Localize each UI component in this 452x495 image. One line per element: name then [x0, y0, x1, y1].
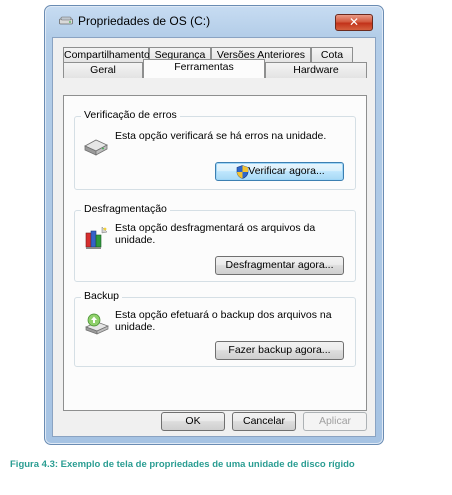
tools-panel: Verificação de erros Esta opção verifica… [63, 95, 367, 411]
backup-now-button[interactable]: Fazer backup agora... [215, 341, 344, 360]
group-error-check: Verificação de erros Esta opção verifica… [74, 109, 356, 190]
group-title-error-check: Verificação de erros [81, 109, 180, 121]
properties-window: Propriedades de OS (C:) ✕ Compartilhamen… [44, 5, 384, 445]
hard-drive-icon [84, 139, 108, 156]
ok-button[interactable]: OK [161, 412, 225, 431]
backup-icon [85, 313, 109, 335]
defrag-description: Esta opção desfragmentará os arquivos da… [115, 222, 316, 246]
close-button[interactable]: ✕ [335, 14, 373, 31]
tab-hardware[interactable]: Hardware [265, 62, 367, 78]
figure-caption: Figura 4.3: Exemplo de tela de proprieda… [10, 459, 355, 470]
window-title: Propriedades de OS (C:) [78, 14, 211, 28]
title-bar[interactable]: Propriedades de OS (C:) ✕ [45, 6, 383, 36]
tab-geral[interactable]: Geral [63, 62, 143, 78]
group-title-backup: Backup [81, 290, 123, 302]
drive-icon [59, 16, 73, 25]
defrag-now-label: Desfragmentar agora... [225, 259, 334, 271]
defrag-now-button[interactable]: Desfragmentar agora... [215, 256, 344, 275]
dialog-client-area: Compartilhamento Segurança Versões Anter… [52, 37, 376, 437]
cancel-button[interactable]: Cancelar [232, 412, 296, 431]
group-defrag: Desfragmentação Esta opção desfragmentar… [74, 203, 356, 282]
backup-description: Esta opção efetuará o backup dos arquivo… [115, 309, 332, 333]
group-title-defrag: Desfragmentação [81, 203, 170, 215]
tab-cota[interactable]: Cota [311, 47, 353, 63]
tab-compartilhamento[interactable]: Compartilhamento [63, 47, 150, 63]
error-check-description: Esta opção verificará se há erros na uni… [115, 130, 327, 142]
tab-ferramentas[interactable]: Ferramentas [143, 59, 265, 78]
check-now-button[interactable]: Verificar agora... [215, 162, 344, 181]
apply-button[interactable]: Aplicar [303, 412, 367, 431]
group-backup: Backup Esta opção efetuará o backup dos … [74, 290, 356, 367]
shield-icon [236, 165, 249, 179]
backup-now-label: Fazer backup agora... [228, 344, 331, 356]
defrag-icon [85, 226, 108, 249]
